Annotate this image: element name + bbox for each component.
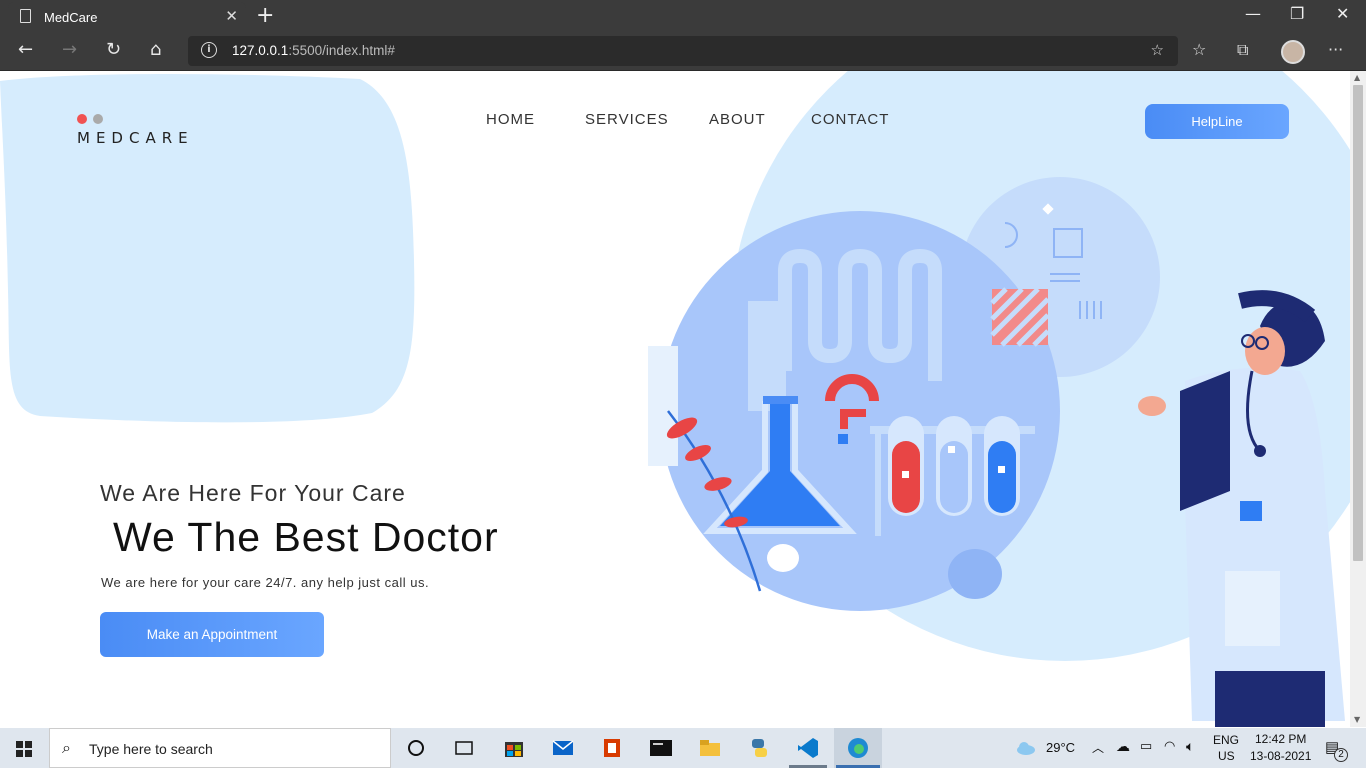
make-appointment-button[interactable]: Make an Appointment <box>100 612 324 657</box>
windows-taskbar: ⌕ Type here to search 29°C ︿ ☁ ▭ ◠ 🔈︎ EN… <box>0 728 1366 768</box>
close-tab-icon[interactable]: ✕ <box>225 7 238 25</box>
url-text[interactable]: 127.0.0.1:5500/index.html# <box>232 43 395 58</box>
window-close-icon[interactable]: ✕ <box>1336 4 1349 23</box>
home-icon[interactable]: ⌂ <box>150 39 161 60</box>
clock-date[interactable]: 13-08-2021 <box>1250 749 1311 763</box>
language-secondary[interactable]: US <box>1218 749 1235 763</box>
address-bar[interactable]: i 127.0.0.1:5500/index.html# ☆ <box>188 36 1178 66</box>
scroll-up-icon[interactable]: ▲ <box>1354 73 1360 82</box>
minimize-icon[interactable]: — <box>1245 4 1261 23</box>
site-info-icon[interactable]: i <box>201 42 217 58</box>
volume-icon[interactable]: 🔈︎ <box>1186 738 1194 755</box>
logo-dot-grey <box>93 114 103 124</box>
medical-lab-illustration <box>648 177 1345 727</box>
hero-subline: We are here for your care 24/7. any help… <box>101 575 430 590</box>
tab-strip: MedCare ✕ + — ❐ ✕ <box>0 0 1366 31</box>
add-favorite-icon[interactable]: ☆ <box>1151 41 1164 59</box>
page-icon <box>20 9 31 23</box>
profile-avatar[interactable] <box>1281 40 1305 64</box>
hero-headline: We The Best Doctor <box>113 514 499 560</box>
back-icon[interactable]: ← <box>18 39 33 60</box>
logo-dot-red <box>77 114 87 124</box>
scroll-down-icon[interactable]: ▼ <box>1354 715 1360 724</box>
weather-icon[interactable] <box>1014 736 1038 760</box>
brand-name: MEDCARE <box>77 129 194 147</box>
python-icon[interactable] <box>747 736 771 760</box>
scrollbar-thumb[interactable] <box>1353 85 1363 561</box>
onedrive-icon[interactable]: ☁ <box>1116 738 1130 755</box>
edge-icon[interactable] <box>846 736 870 760</box>
more-menu-icon[interactable]: ··· <box>1328 40 1343 59</box>
taskbar-search[interactable]: ⌕ Type here to search <box>49 728 391 768</box>
tray-expand-icon[interactable]: ︿ <box>1092 739 1104 756</box>
forward-icon[interactable]: → <box>62 39 77 60</box>
mail-icon[interactable] <box>551 736 575 760</box>
favorites-icon[interactable]: ☆ <box>1192 40 1206 59</box>
office-icon[interactable] <box>600 736 624 760</box>
language-primary[interactable]: ENG <box>1213 733 1239 747</box>
clock-time[interactable]: 12:42 PM <box>1255 732 1306 746</box>
file-explorer-icon[interactable] <box>698 736 722 760</box>
restore-icon[interactable]: ❐ <box>1290 4 1304 23</box>
vscode-icon[interactable] <box>796 736 820 760</box>
refresh-icon[interactable]: ↻ <box>106 39 121 60</box>
decorative-blob <box>0 74 415 423</box>
browser-tab[interactable]: MedCare ✕ <box>8 2 246 31</box>
search-icon: ⌕ <box>62 738 71 757</box>
weather-temp[interactable]: 29°C <box>1046 740 1075 755</box>
hero-tagline: We Are Here For Your Care <box>100 480 406 506</box>
cortana-icon[interactable] <box>404 736 428 760</box>
tab-title: MedCare <box>44 10 98 25</box>
store-icon[interactable] <box>502 736 526 760</box>
notification-count: 2 <box>1334 748 1348 762</box>
search-placeholder: Type here to search <box>89 741 213 757</box>
collections-icon[interactable]: ⧉ <box>1237 40 1248 60</box>
battery-icon[interactable]: ▭ <box>1140 738 1152 754</box>
windows-start-icon[interactable] <box>0 728 48 768</box>
terminal-icon[interactable] <box>649 736 673 760</box>
task-view-icon[interactable] <box>452 736 476 760</box>
wifi-icon[interactable]: ◠ <box>1164 738 1175 754</box>
web-page: MEDCARE HOME SERVICES ABOUT CONTACT Help… <box>0 71 1350 727</box>
page-scrollbar[interactable]: ▲ ▼ <box>1350 71 1366 727</box>
browser-toolbar: ← → ↻ ⌂ i 127.0.0.1:5500/index.html# ☆ ☆… <box>0 31 1366 71</box>
nav-home[interactable]: HOME <box>486 111 535 128</box>
new-tab-icon[interactable]: + <box>256 3 274 28</box>
